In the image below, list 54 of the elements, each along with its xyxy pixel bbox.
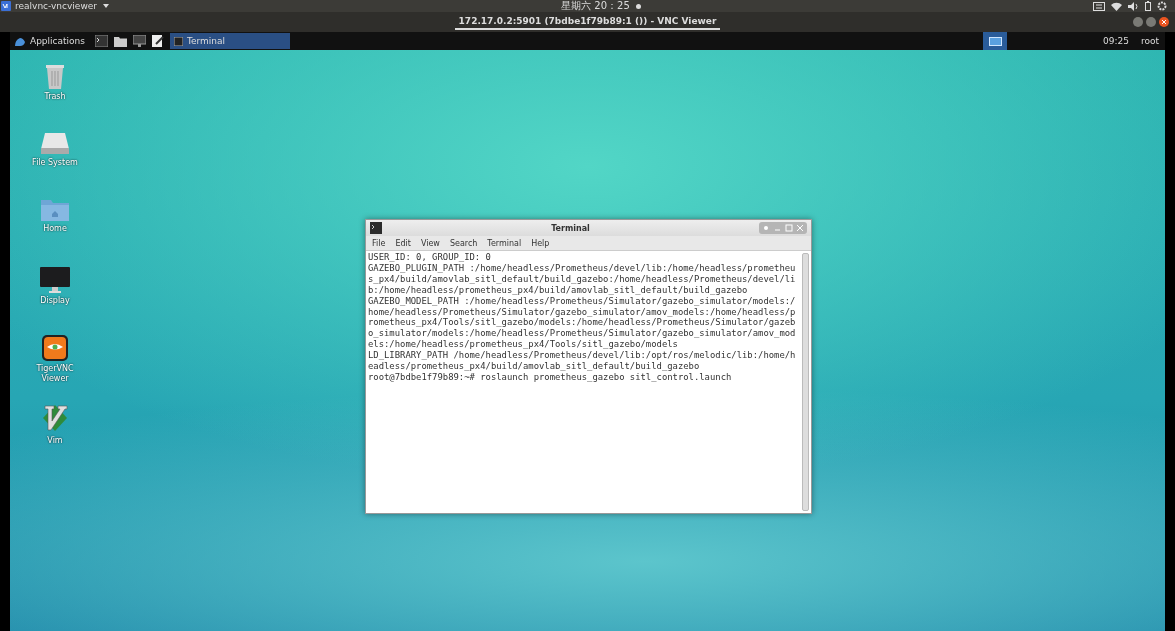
terminal-line: GAZEBO_MODEL_PATH :/home/headless/Prometheus/Simulator/gazebo_simulator/models:/	[368, 295, 797, 307]
scrollbar[interactable]	[802, 253, 809, 511]
keyboard-icon[interactable]	[1093, 1, 1105, 11]
taskbar-button[interactable]: Terminal	[170, 33, 290, 49]
terminal-line: GAZEBO_PLUGIN_PATH :/home/headless/Prometheus/devel/lib:/home/headless/prometheu	[368, 262, 797, 274]
vim-icon[interactable]	[41, 403, 69, 433]
terminal-line: home/headless/Prometheus/Simulator/gazebo_simulator/amov_models:/home/headless/p	[368, 306, 797, 318]
folder-icon[interactable]	[114, 35, 127, 47]
menu-item[interactable]: Help	[531, 238, 550, 248]
text-editor-icon[interactable]	[152, 35, 164, 47]
terminal-line: b:/home/headless/prometheus_px4/build/amovlab_sitl_default/build_gazebo	[368, 284, 749, 296]
monitor-icon[interactable]	[133, 35, 146, 47]
wifi-icon[interactable]	[1111, 1, 1122, 11]
vnc-logo-icon	[1, 1, 11, 11]
window-title: 172.17.0.2:5901 (7bdbe1f79b89:1 ()) - VNC Viewer	[454, 14, 721, 30]
terminal-line: USER_ID: 0, GROUP_ID: 0	[368, 252, 492, 263]
menu-item[interactable]: View	[420, 238, 440, 248]
dot-icon	[635, 3, 641, 9]
terminal-line: LD_LIBRARY_PATH /home/headless/Prometheus/devel/lib:/opt/ros/melodic/lib:/home/h	[368, 350, 797, 362]
caret-icon	[103, 4, 109, 8]
icon-label: Trash	[43, 92, 67, 102]
minimize-icon[interactable]	[1133, 17, 1143, 27]
app-menu[interactable]: realvnc-vncviewer	[15, 1, 97, 11]
window-icon	[174, 36, 183, 46]
menu-item[interactable]: Edit	[395, 238, 411, 248]
icon-label: TigerVNC Viewer	[35, 364, 75, 384]
clock[interactable]: 星期六 20：25	[561, 0, 630, 12]
terminal-line: o_simulator/models:/home/headless/Prometheus/Simulator/gazebo_simulator/amov_mod	[368, 328, 797, 340]
icon-label: Display	[39, 296, 71, 306]
workspace-icon	[988, 36, 1002, 46]
panel-clock: 09:25	[1103, 36, 1129, 46]
workspace-switcher[interactable]	[983, 32, 1007, 50]
battery-icon[interactable]	[1145, 1, 1151, 11]
window-title: Terminal	[550, 223, 591, 233]
menu-item[interactable]: Search	[449, 238, 478, 248]
tiger-app-icon[interactable]	[42, 335, 68, 361]
terminal-line: root@7bdbe1f79b89:~# roslaunch prometheus_gazebo sitl_control.launch	[368, 371, 733, 383]
monitor-icon[interactable]	[40, 267, 70, 293]
applications-menu[interactable]: Applications	[10, 35, 89, 47]
terminal-line: s_px4/build/amovlab_sitl_default/build_gazebo:/home/headless/Prometheus/devel/li	[368, 273, 797, 285]
terminal-line: eadless/prometheus_px4/build/amovlab_sitl_default/build_gazebo	[368, 361, 701, 372]
terminal-line: els:/home/headless/prometheus_px4/Tools/sitl_gazebo/models	[368, 339, 679, 351]
terminal-icon	[370, 222, 382, 234]
menu-item[interactable]: Terminal	[487, 238, 522, 248]
icon-label: Vim	[46, 436, 64, 446]
icon-label: File System	[31, 158, 79, 168]
gear-icon[interactable]	[1157, 1, 1167, 11]
close-icon[interactable]	[1159, 17, 1169, 27]
user-name[interactable]: root	[1140, 36, 1159, 46]
volume-icon[interactable]	[1128, 1, 1139, 11]
menu-item[interactable]: File	[372, 238, 386, 248]
icon-label: Home	[42, 224, 68, 234]
terminal-line: rometheus_px4/Tools/sitl_gazebo/models:/home/headless/Prometheus/Simulator/gazeb	[368, 317, 797, 329]
terminal-icon[interactable]	[95, 35, 108, 47]
